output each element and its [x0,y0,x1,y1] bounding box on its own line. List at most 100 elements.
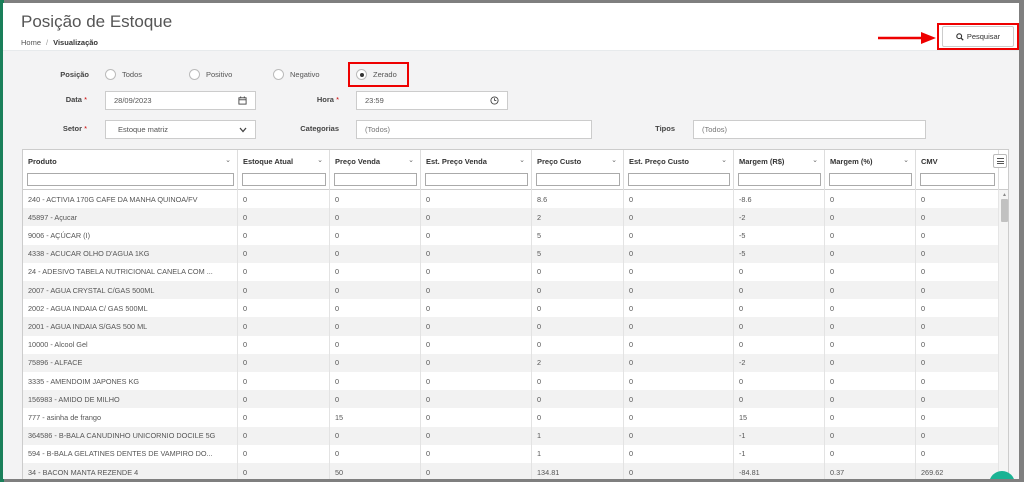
table-row[interactable]: 240 - ACTIVIA 170G CAFE DA MANHA QUINOA/… [23,190,999,209]
column-header-cmv[interactable]: CMV [916,150,999,190]
sort-chevron-icon[interactable]: ⌄ [519,156,525,164]
table-cell-est-preco-venda: 0 [421,426,532,445]
table-row[interactable]: 2007 - AGUA CRYSTAL C/GAS 500ML 0 0 0 0 0 0 0 0 [23,281,999,300]
table-row[interactable]: 9006 - AÇÚCAR (I) 0 0 0 5 0 -5 0 0 [23,226,999,245]
table-cell-est-preco-venda: 0 [421,463,532,479]
table-cell-est-preco-custo: 0 [624,208,734,227]
table-row[interactable]: 156983 - AMIDO DE MILHO 0 0 0 0 0 0 0 0 [23,390,999,409]
column-header-label: Estoque Atual [243,157,294,166]
table-cell-cmv: 0 [916,353,999,372]
column-header-margem-r[interactable]: Margem (R$) ⌄ [734,150,825,190]
table-cell-preco-custo: 0 [532,372,624,391]
table-cell-preco-custo: 0 [532,335,624,354]
table-cell-margem-r: -8.6 [734,190,825,209]
sort-chevron-icon[interactable]: ⌄ [317,156,323,164]
table-cell-estoque-atual: 0 [238,281,330,300]
tipos-placeholder: (Todos) [702,125,728,134]
column-filter-input[interactable] [920,173,995,186]
radio-zerado-circle [356,69,367,80]
radio-todos[interactable]: Todos [105,69,142,80]
column-header-label: CMV [921,157,938,166]
table-cell-produto: 75896 - ALFACE [23,353,238,372]
sort-chevron-icon[interactable]: ⌄ [225,156,231,164]
column-header-est-preco-venda[interactable]: Est. Preço Venda ⌄ [421,150,532,190]
column-header-produto[interactable]: Produto ⌄ [23,150,238,190]
column-filter-input[interactable] [628,173,730,186]
categorias-field[interactable]: (Todos) [356,120,592,139]
column-header-preco-custo[interactable]: Preço Custo ⌄ [532,150,624,190]
date-field[interactable]: 28/09/2023 [105,91,256,110]
column-filter-input[interactable] [829,173,912,186]
table-cell-margem: 0 [825,335,916,354]
table-cell-preco-venda: 0 [330,372,421,391]
radio-positivo-label: Positivo [206,70,233,79]
table-cell-margem-r: -2 [734,353,825,372]
table-cell-est-preco-venda: 0 [421,317,532,336]
column-filter-input[interactable] [536,173,620,186]
table-cell-est-preco-venda: 0 [421,262,532,281]
radio-negativo[interactable]: Negativo [273,69,320,80]
column-filter-input[interactable] [242,173,326,186]
table-cell-produto: 3335 - AMENDOIM JAPONES KG [23,372,238,391]
table-row[interactable]: 24 - ADESIVO TABELA NUTRICIONAL CANELA C… [23,262,999,281]
table-cell-est-preco-venda: 0 [421,444,532,463]
column-menu-icon[interactable] [993,154,1007,168]
table-row[interactable]: 594 - B-BALA GELATINES DENTES DE VAMPIRO… [23,444,999,463]
sort-chevron-icon[interactable]: ⌄ [903,156,909,164]
table-cell-estoque-atual: 0 [238,463,330,479]
table-row[interactable]: 10000 - Alcool Gel 0 0 0 0 0 0 0 0 [23,335,999,354]
radio-positivo-circle [189,69,200,80]
sort-chevron-icon[interactable]: ⌄ [408,156,414,164]
table-row[interactable]: 3335 - AMENDOIM JAPONES KG 0 0 0 0 0 0 0 0 [23,372,999,391]
table-cell-preco-custo: 5 [532,244,624,263]
table-cell-preco-custo: 1 [532,426,624,445]
breadcrumb-home[interactable]: Home [21,38,41,47]
column-filter-input[interactable] [425,173,528,186]
search-button-label: Pesquisar [966,32,1001,41]
table-cell-produto: 34 - BACON MANTA REZENDE 4 [23,463,238,479]
table-cell-estoque-atual: 0 [238,444,330,463]
table-row[interactable]: 75896 - ALFACE 0 0 0 2 0 -2 0 0 [23,353,999,372]
column-header-preco-venda[interactable]: Preço Venda ⌄ [330,150,421,190]
table-row[interactable]: 2001 - AGUA INDAIA S/GAS 500 ML 0 0 0 0 0 0 0 0 [23,317,999,336]
scrollbar-thumb[interactable] [1001,199,1008,222]
sort-chevron-icon[interactable]: ⌄ [611,156,617,164]
table-row[interactable]: 2002 - AGUA INDAIA C/ GAS 500ML 0 0 0 0 0 0 0 0 [23,299,999,318]
column-filter-input[interactable] [738,173,821,186]
scroll-up-arrow-icon[interactable]: ▲ [1002,192,1007,198]
table-row[interactable]: 777 - asinha de frango 0 15 0 0 0 15 0 0 [23,408,999,427]
table-cell-est-preco-custo: 0 [624,408,734,427]
search-button[interactable]: Pesquisar [942,26,1014,47]
table-cell-preco-venda: 0 [330,390,421,409]
table-cell-cmv: 0 [916,372,999,391]
time-field[interactable]: 23:59 [356,91,508,110]
table-cell-margem: 0 [825,299,916,318]
column-header-margem[interactable]: Margem (%) ⌄ [825,150,916,190]
table-cell-est-preco-venda: 0 [421,299,532,318]
sort-chevron-icon[interactable]: ⌄ [812,156,818,164]
table-cell-estoque-atual: 0 [238,353,330,372]
table-row[interactable]: 4338 - ACUCAR OLHO D'AGUA 1KG 0 0 0 5 0 -5 0 0 [23,244,999,263]
radio-positivo[interactable]: Positivo [189,69,232,80]
column-header-est-preco-custo[interactable]: Est. Preço Custo ⌄ [624,150,734,190]
table-row[interactable]: 34 - BACON MANTA REZENDE 4 0 50 0 134.81 0 -84… [23,463,999,479]
tipos-field[interactable]: (Todos) [693,120,926,139]
table-cell-preco-venda: 0 [330,299,421,318]
column-filter-input[interactable] [27,173,234,186]
column-header-estoque-atual[interactable]: Estoque Atual ⌄ [238,150,330,190]
setor-select[interactable]: Estoque matriz [105,120,256,139]
sort-chevron-icon[interactable]: ⌄ [721,156,727,164]
radio-zerado[interactable]: Zerado [356,69,397,80]
table-cell-est-preco-custo: 0 [624,299,734,318]
table-cell-est-preco-custo: 0 [624,190,734,209]
stock-table: Produto ⌄ Estoque Atual ⌄ Preço Venda ⌄ Est. P… [22,149,1009,479]
table-cell-preco-custo: 0 [532,390,624,409]
posicao-label: Posição [60,70,89,79]
table-row[interactable]: 45897 - Açucar 0 0 0 2 0 -2 0 0 [23,208,999,227]
table-cell-est-preco-custo: 0 [624,226,734,245]
vertical-scrollbar[interactable]: ▲ [998,190,1008,479]
column-filter-input[interactable] [334,173,417,186]
table-cell-preco-custo: 1 [532,444,624,463]
table-cell-produto: 156983 - AMIDO DE MILHO [23,390,238,409]
table-row[interactable]: 364586 - B-BALA CANUDINHO UNICORNIO DOCI… [23,426,999,445]
